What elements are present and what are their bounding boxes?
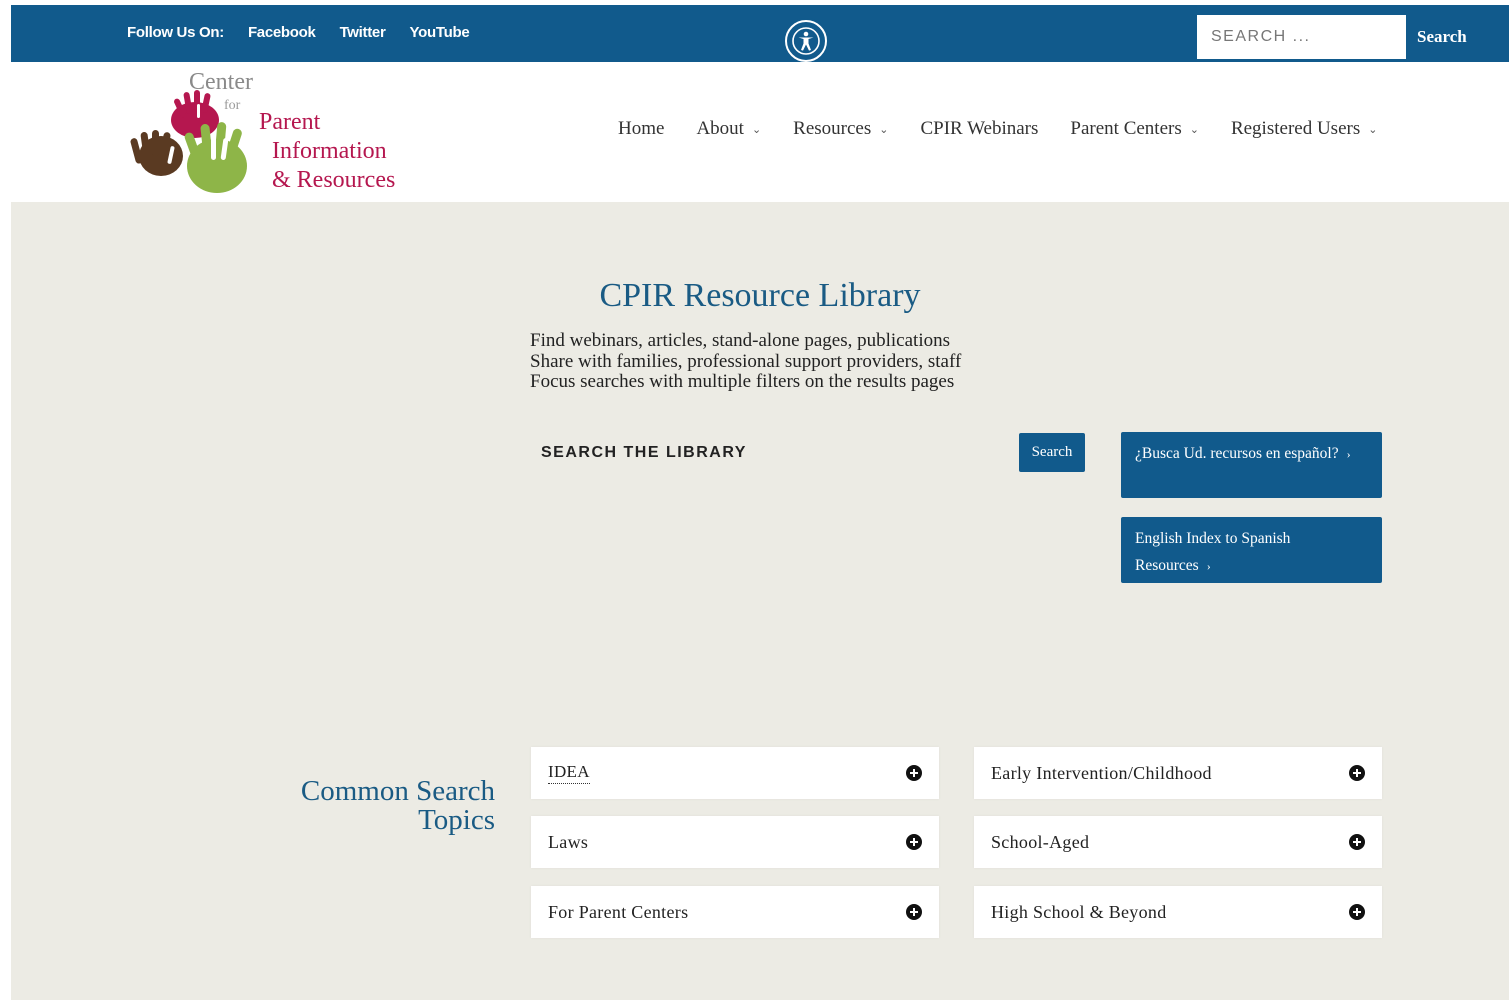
topic-for-parent-centers[interactable]: For Parent Centers <box>531 886 939 938</box>
nav-registered-users[interactable]: Registered Users ⌄ <box>1231 118 1378 140</box>
logo-word-center: Center <box>189 69 253 95</box>
topic-school-aged[interactable]: School-Aged <box>974 816 1382 868</box>
top-bar: Follow Us On: Facebook Twitter YouTube S… <box>11 5 1509 62</box>
page-frame: Follow Us On: Facebook Twitter YouTube S… <box>11 5 1509 1000</box>
topic-label: Early Intervention/Childhood <box>991 762 1212 783</box>
logo-word-for: for <box>224 98 241 113</box>
plus-circle-icon <box>906 834 922 850</box>
topic-early-intervention[interactable]: Early Intervention/Childhood <box>974 747 1382 799</box>
nav-label: Registered Users <box>1230 118 1361 139</box>
library-search-button[interactable]: Search <box>1019 433 1085 472</box>
topic-laws[interactable]: Laws <box>531 816 939 868</box>
cpir-logo[interactable]: Center for Parent Information & Resource… <box>127 68 417 196</box>
button-label: ¿Busca Ud. recursos en español? <box>1135 445 1339 462</box>
topic-label: Laws <box>548 831 589 852</box>
topic-label: IDEA <box>548 762 590 784</box>
logo-word-information: Information <box>272 138 387 164</box>
intro-line: Find webinars, articles, stand-alone pag… <box>530 330 951 351</box>
plus-circle-icon <box>1349 904 1365 920</box>
nav-about[interactable]: About ⌄ <box>696 118 761 140</box>
logo-word-resources: & Resources <box>272 167 396 193</box>
nav-cpir-webinars[interactable]: CPIR Webinars <box>920 118 1038 140</box>
accessibility-icon <box>792 27 820 55</box>
nav-label: About <box>696 118 744 139</box>
chevron-right-icon: › <box>1206 559 1211 573</box>
spanish-resources-button[interactable]: ¿Busca Ud. recursos en español? › <box>1121 432 1382 498</box>
plus-circle-icon <box>1349 765 1365 781</box>
chevron-down-icon: ⌄ <box>1368 123 1378 136</box>
youtube-link[interactable]: YouTube <box>410 24 470 41</box>
nav-label: Resources <box>793 118 872 139</box>
social-links: Follow Us On: Facebook Twitter YouTube <box>127 24 470 41</box>
chevron-down-icon: ⌄ <box>879 123 889 136</box>
site-search-button[interactable]: Search <box>1411 21 1473 53</box>
main-nav: Home About ⌄ Resources ⌄ CPIR Webinars P… <box>618 118 1377 140</box>
topic-label: School-Aged <box>991 831 1090 852</box>
follow-label: Follow Us On: <box>127 24 224 41</box>
logo-word-parent: Parent <box>259 109 321 135</box>
chevron-down-icon: ⌄ <box>1189 123 1199 136</box>
plus-circle-icon <box>1349 834 1365 850</box>
site-search-input[interactable] <box>1197 15 1406 59</box>
nav-label: Parent Centers <box>1070 118 1182 139</box>
topic-idea[interactable]: IDEA <box>531 747 939 799</box>
plus-circle-icon <box>906 765 922 781</box>
topic-high-school-beyond[interactable]: High School & Beyond <box>974 886 1382 938</box>
english-index-spanish-button[interactable]: English Index to Spanish Resources › <box>1121 517 1382 583</box>
facebook-link[interactable]: Facebook <box>248 24 316 41</box>
site-header: Center for Parent Information & Resource… <box>11 62 1509 202</box>
nav-label: Home <box>618 118 665 139</box>
accessibility-button[interactable] <box>785 20 827 62</box>
nav-label: CPIR Webinars <box>920 118 1039 139</box>
nav-home[interactable]: Home <box>618 118 664 140</box>
button-label: English Index to Spanish Resources <box>1135 530 1291 574</box>
topic-label: High School & Beyond <box>991 901 1167 922</box>
chevron-right-icon: › <box>1346 447 1351 461</box>
nav-parent-centers[interactable]: Parent Centers ⌄ <box>1070 118 1199 140</box>
library-search-input[interactable] <box>530 435 928 471</box>
intro-line: Share with families, professional suppor… <box>530 350 962 372</box>
library-intro: Find webinars, articles, stand-alone pag… <box>530 330 962 393</box>
topic-label: For Parent Centers <box>548 901 689 922</box>
common-topics-title: Common Search Topics <box>300 775 495 836</box>
nav-resources[interactable]: Resources ⌄ <box>793 118 888 140</box>
twitter-link[interactable]: Twitter <box>340 24 386 41</box>
intro-line: Focus searches with multiple filters on … <box>530 371 955 392</box>
chevron-down-icon: ⌄ <box>751 123 762 136</box>
library-title: CPIR Resource Library <box>599 277 921 314</box>
plus-circle-icon <box>906 904 922 920</box>
